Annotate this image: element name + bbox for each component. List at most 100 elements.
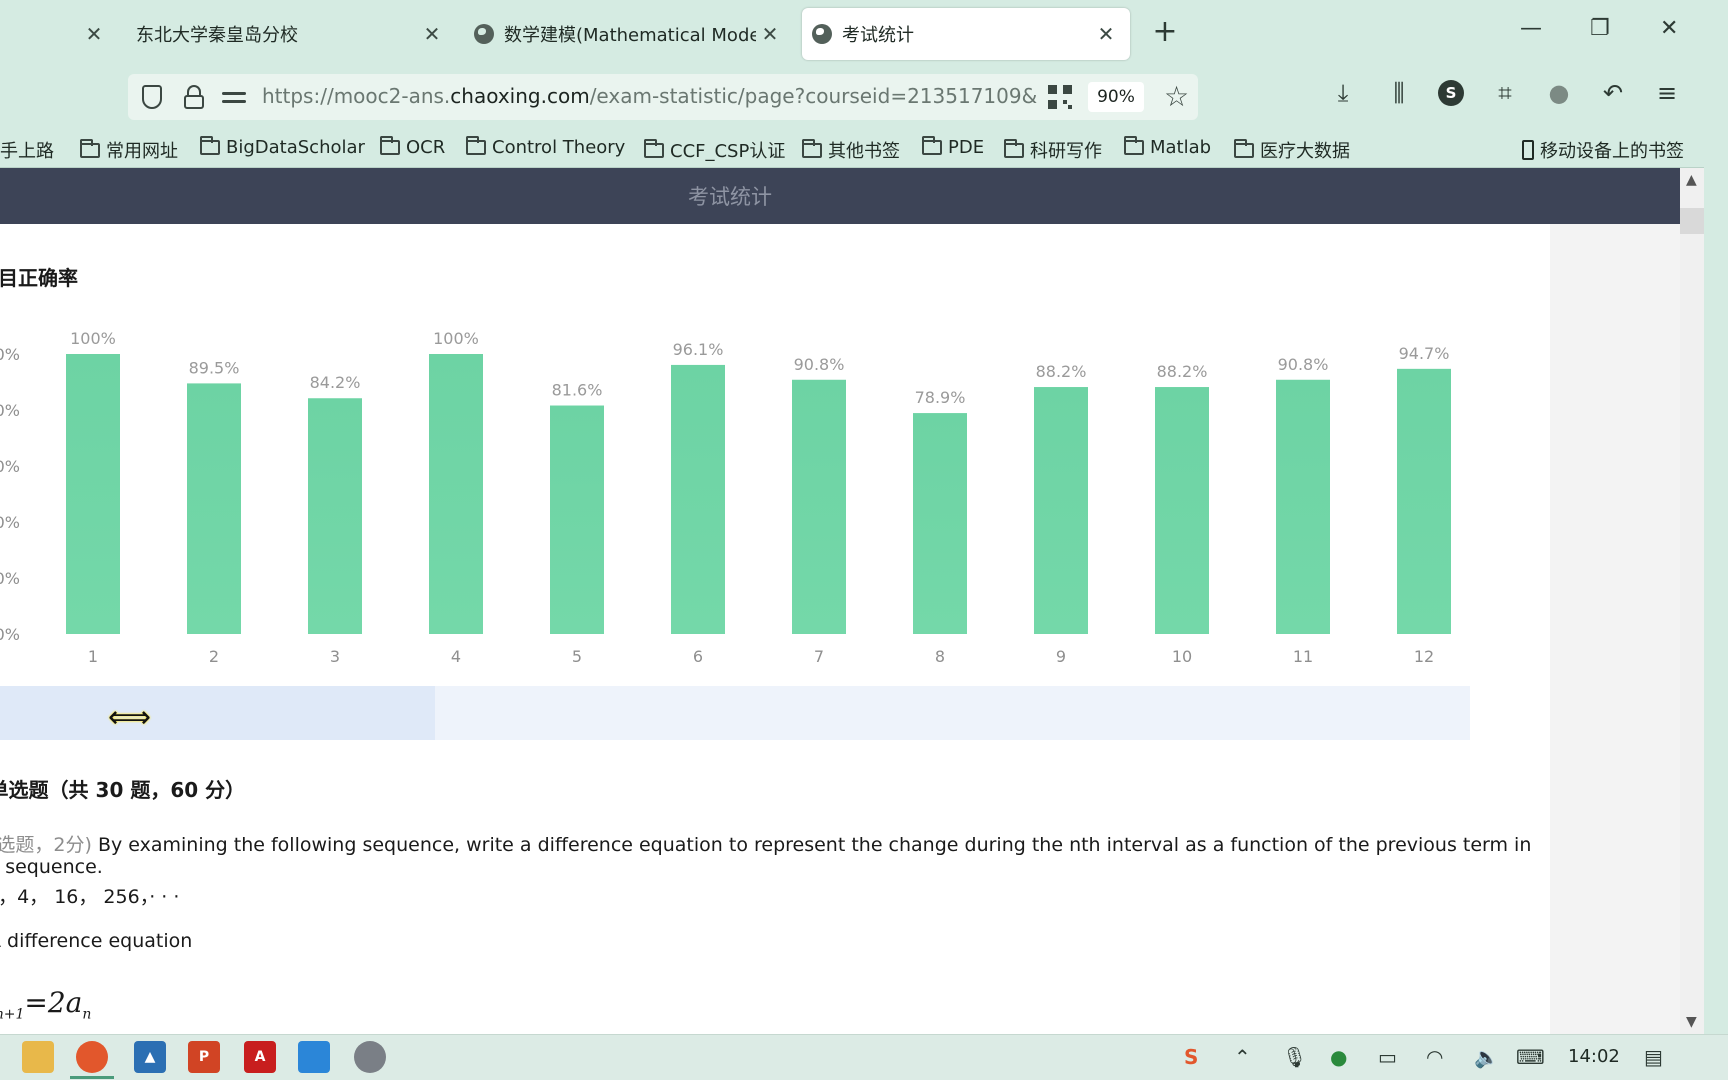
qr-code-icon[interactable] (1048, 85, 1072, 109)
permissions-icon[interactable] (222, 85, 246, 109)
bar-question-8[interactable] (913, 413, 967, 634)
bar-value-label: 90.8% (1278, 355, 1329, 374)
zoom-level-badge[interactable]: 90% (1088, 82, 1144, 112)
bookmark-label: Matlab (1150, 137, 1212, 158)
scroll-up-icon[interactable]: ▲ (1686, 172, 1697, 188)
bookmark-folder[interactable]: 常用网址 (80, 137, 178, 163)
notification-center-icon[interactable]: ▤ (1644, 1045, 1663, 1069)
file-explorer-icon[interactable] (22, 1041, 54, 1073)
sogou-ime-icon[interactable]: S (1184, 1045, 1198, 1069)
bar-question-7[interactable] (792, 379, 846, 634)
folder-icon (922, 136, 942, 155)
tab-neuq[interactable]: 东北大学秦皇岛分校 ✕ (120, 8, 450, 60)
new-tab-plus-icon[interactable]: + (1150, 14, 1180, 49)
bar-question-1[interactable] (66, 354, 120, 634)
bookmark-folder[interactable]: PDE (922, 136, 984, 158)
acrobat-icon[interactable]: A (244, 1041, 276, 1073)
keyboard-icon[interactable]: ⌨ (1516, 1045, 1545, 1069)
bookmark-label: OCR (406, 137, 446, 158)
restore-icon[interactable]: ❐ (1590, 16, 1610, 41)
lock-icon[interactable] (182, 85, 206, 109)
answer-formula: an+1=2an (0, 986, 91, 1023)
tab-close-icon[interactable]: ✕ (420, 22, 444, 46)
bookmark-folder[interactable]: CCF_CSP认证 (644, 137, 785, 163)
tray-chevron-up-icon[interactable]: ⌃ (1234, 1045, 1251, 1069)
bookmark-folder[interactable]: Matlab (1124, 136, 1212, 158)
resize-cursor-icon: ⟺ (108, 700, 152, 735)
library-icon[interactable]: ⫼ (1384, 78, 1414, 108)
bar-question-12[interactable] (1397, 368, 1451, 634)
clock[interactable]: 14:02 (1568, 1046, 1620, 1067)
bookmark-folder[interactable]: 科研写作 (1004, 137, 1102, 163)
account-s-icon[interactable]: S (1438, 80, 1464, 106)
tab-partial[interactable]: ✕ (0, 8, 110, 60)
bookmark-folder[interactable]: Control Theory (466, 136, 625, 158)
bar-question-3[interactable] (308, 398, 362, 634)
address-bar[interactable]: https://mooc2-ans.chaoxing.com/exam-stat… (128, 74, 1198, 120)
bookmark-item[interactable]: 新手上路 (0, 137, 54, 163)
wifi-icon[interactable]: ◠ (1426, 1045, 1443, 1069)
data-zoom-window[interactable] (0, 686, 435, 740)
bookmark-folder[interactable]: OCR (380, 136, 446, 158)
matlab-icon[interactable]: ▲ (134, 1041, 166, 1073)
undo-arrow-icon[interactable]: ↶ (1598, 78, 1628, 108)
tab-exam-statistics[interactable]: 考试统计 ✕ (802, 8, 1130, 60)
bar-question-10[interactable] (1155, 387, 1209, 634)
window-close-icon[interactable]: ✕ (1660, 16, 1678, 41)
bar-question-5[interactable] (550, 405, 604, 634)
mobile-bookmarks[interactable]: 移动设备上的书签 (1522, 137, 1684, 163)
bookmark-label: 科研写作 (1030, 141, 1102, 162)
bookmark-label: 医疗大数据 (1260, 141, 1350, 162)
bar-value-label: 81.6% (552, 381, 603, 400)
x-tick-label: 4 (451, 647, 461, 666)
photos-icon[interactable] (298, 1041, 330, 1073)
url-text[interactable]: https://mooc2-ans.chaoxing.com/exam-stat… (262, 84, 1042, 108)
bookmark-star-icon[interactable]: ☆ (1164, 80, 1189, 113)
minimize-icon[interactable]: — (1520, 16, 1542, 41)
bookmark-label: BigDataScholar (226, 137, 365, 158)
download-icon[interactable]: ⤓ (1328, 78, 1358, 108)
page-content: 题目正确率 0%20%40%60%80%100%100%189.5%284.2%… (0, 224, 1550, 1034)
powerpoint-icon[interactable]: P (188, 1041, 220, 1073)
bookmark-label: 其他书签 (828, 141, 900, 162)
bookmark-folder[interactable]: 医疗大数据 (1234, 137, 1350, 163)
battery-icon[interactable]: ▭ (1378, 1045, 1397, 1069)
page-title: 考试统计 (688, 185, 772, 209)
tab-label: 考试统计 (842, 25, 914, 46)
volume-icon[interactable]: 🔈 (1474, 1045, 1499, 1069)
bar-question-4[interactable] (429, 354, 483, 634)
taskbar: ▲ P A S ⌃ 🎙 ● ▭ ◠ 🔈 ⌨ 14:02 ▤ (0, 1034, 1728, 1080)
chat-bubble-icon[interactable]: ● (1544, 78, 1574, 108)
bar-value-label: 88.2% (1157, 362, 1208, 381)
bar-question-2[interactable] (187, 383, 241, 634)
scrollbar-thumb[interactable] (1680, 208, 1704, 234)
page-right-margin (1550, 224, 1680, 1034)
user-avatar-icon[interactable] (354, 1041, 386, 1073)
menu-hamburger-icon[interactable]: ≡ (1652, 78, 1682, 108)
bookmark-folder[interactable]: BigDataScholar (200, 136, 365, 158)
answer-label: A difference equation (0, 930, 193, 952)
tray-app-icon[interactable]: ● (1330, 1045, 1347, 1069)
tab-strip: ✕ 东北大学秦皇岛分校 ✕ 数学建模(Mathematical Mode ✕ 考… (0, 0, 1728, 66)
bar-question-6[interactable] (671, 364, 725, 634)
x-tick-label: 10 (1172, 647, 1192, 666)
tab-close-icon[interactable]: ✕ (1094, 22, 1118, 46)
microphone-icon[interactable]: 🎙 (1282, 1045, 1307, 1069)
question-meta: (单选题，2分) (0, 834, 92, 856)
firefox-icon[interactable] (70, 1041, 114, 1079)
scroll-down-icon[interactable]: ▼ (1686, 1014, 1697, 1030)
x-tick-label: 1 (88, 647, 98, 666)
mobile-phone-icon (1522, 140, 1534, 160)
tracking-shield-icon[interactable] (142, 85, 162, 109)
screenshot-crop-icon[interactable]: ⌗ (1490, 78, 1520, 108)
tab-math-modeling[interactable]: 数学建模(Mathematical Mode ✕ (466, 8, 786, 60)
bookmark-folder[interactable]: 其他书签 (802, 137, 900, 163)
folder-icon (802, 138, 822, 158)
tab-close-icon[interactable]: ✕ (758, 22, 782, 46)
bar-question-11[interactable] (1276, 379, 1330, 634)
bar-question-9[interactable] (1034, 387, 1088, 634)
x-tick-label: 2 (209, 647, 219, 666)
chart-data-zoom-slider[interactable] (0, 686, 1470, 740)
vertical-scrollbar[interactable]: ▲ ▼ (1680, 168, 1704, 1034)
tab-close-icon[interactable]: ✕ (82, 22, 106, 46)
